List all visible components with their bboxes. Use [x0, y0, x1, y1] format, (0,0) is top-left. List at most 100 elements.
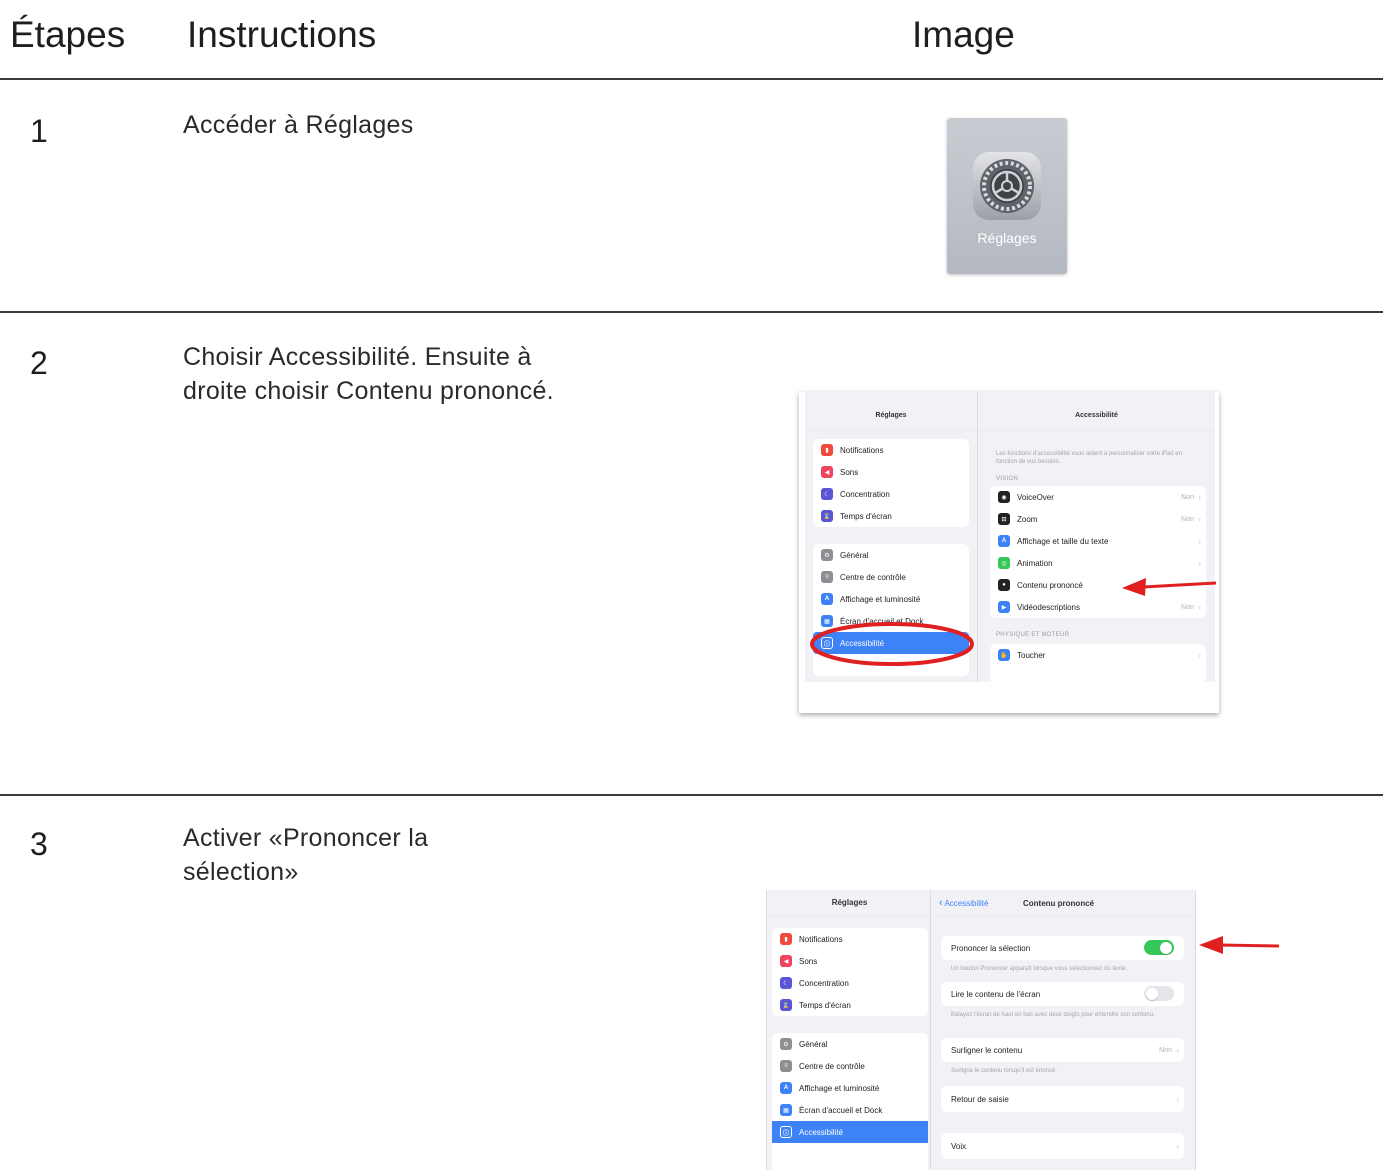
sidebar-item-label: Écran d'accueil et Dock: [799, 1105, 883, 1115]
chevron-right-icon: ›: [1176, 1045, 1179, 1055]
spoken-content-screenshot: Réglages ▮ Notifications ◀ Sons ☾ Concentra…: [766, 890, 1196, 1170]
divider: [0, 794, 1383, 796]
row-label: Lire le contenu de l'écran: [951, 989, 1041, 999]
divider: [0, 78, 1383, 80]
back-button[interactable]: ‹ Accessibilité: [939, 897, 988, 909]
row-label: Affichage et taille du texte: [1017, 536, 1109, 546]
row-value: Non: [1181, 515, 1194, 523]
sidebar-item-label: Centre de contrôle: [840, 572, 906, 582]
step-number: 2: [30, 345, 48, 381]
chevron-right-icon: ›: [1198, 558, 1201, 568]
sidebar-item-screen-time[interactable]: ⌛ Temps d'écran: [813, 505, 969, 527]
chevron-right-icon: ›: [1198, 650, 1201, 660]
voices-group: Voix ›: [941, 1133, 1184, 1159]
switches-icon: ≡: [780, 1060, 792, 1072]
app-label: Réglages: [977, 230, 1037, 246]
settings-group: ⚙ Général ≡ Centre de contrôle A Affichage …: [772, 1033, 928, 1170]
sidebar-item-label: Concentration: [840, 489, 890, 499]
row-label: Zoom: [1017, 514, 1038, 524]
speaker-icon: ◀: [780, 955, 792, 967]
pane-title: Réglages: [831, 898, 868, 907]
step-instruction: Accéder à Réglages: [183, 111, 414, 139]
row-display-text-size[interactable]: A Affichage et taille du texte ›: [990, 530, 1206, 552]
sidebar-item-label: Notifications: [799, 934, 843, 944]
row-typing-feedback[interactable]: Retour de saisie ›: [941, 1088, 1184, 1110]
row-zoom[interactable]: ⊡ Zoom Non ›: [990, 508, 1206, 530]
accessibility-screenshot: Réglages ▮ Notifications ◀ Sons ☾ Concentra…: [799, 392, 1219, 713]
step-number: 3: [30, 826, 48, 862]
red-arrow-annotation: [1199, 936, 1280, 954]
sidebar-item-general[interactable]: ⚙ Général: [813, 544, 969, 566]
sidebar-item-label: Affichage et luminosité: [840, 594, 921, 604]
row-label: Vidéodescriptions: [1017, 602, 1081, 612]
chevron-right-icon: ›: [1198, 536, 1201, 546]
bell-icon: ▮: [821, 444, 833, 456]
speak-screen-toggle[interactable]: [1144, 986, 1174, 1001]
row-value: Non: [1181, 493, 1194, 501]
speak-selection-toggle[interactable]: [1144, 940, 1174, 955]
zoom-icon: ⊡: [998, 513, 1010, 525]
gear-icon: ⚙: [780, 1038, 792, 1050]
row-label: Prononcer la sélection: [951, 943, 1031, 953]
sidebar-item-control-center[interactable]: ≡ Centre de contrôle: [772, 1055, 928, 1077]
moon-icon: ☾: [780, 977, 792, 989]
sidebar-item-sounds[interactable]: ◀ Sons: [813, 461, 969, 483]
sidebar-item-screen-time[interactable]: ⌛ Temps d'écran: [772, 994, 928, 1016]
highlight-group: Surligner le contenu Non ›: [941, 1038, 1184, 1062]
row-label: Contenu prononcé: [1017, 580, 1083, 590]
row-animation[interactable]: ◎ Animation ›: [990, 552, 1206, 574]
chevron-right-icon: ›: [1198, 514, 1201, 524]
chevron-right-icon: ›: [1176, 1094, 1179, 1104]
gear-icon: [973, 152, 1041, 220]
intro-text: Les fonctions d'accessibilité vous aiden…: [996, 451, 1182, 465]
switches-icon: ≡: [821, 571, 833, 583]
section-label: PHYSIQUE ET MOTEUR: [996, 632, 1070, 638]
row-highlight-content[interactable]: Surligner le contenu Non ›: [941, 1039, 1184, 1061]
hourglass-icon: ⌛: [780, 999, 792, 1011]
animation-icon: ◎: [998, 557, 1010, 569]
sidebar-item-label: Concentration: [799, 978, 849, 988]
video-description-icon: ▶: [998, 601, 1010, 613]
row-value: Non: [1159, 1046, 1172, 1054]
sidebar-item-label: Temps d'écran: [840, 511, 892, 521]
back-label: Accessibilité: [944, 899, 989, 908]
step-number: 1: [30, 113, 48, 149]
sidebar-item-label: Général: [799, 1039, 828, 1049]
header-steps: Étapes: [10, 14, 126, 55]
vision-group: ◉ VoiceOver Non › ⊡ Zoom Non › A Affichage et t…: [990, 486, 1206, 618]
sidebar-item-home-screen[interactable]: ▦ Écran d'accueil et Dock: [772, 1099, 928, 1121]
divider: [0, 311, 1383, 313]
row-voiceover[interactable]: ◉ VoiceOver Non ›: [990, 486, 1206, 508]
row-audio-descriptions[interactable]: ▶ Vidéodescriptions Non ›: [990, 596, 1206, 618]
sidebar-item-label: Temps d'écran: [799, 1000, 851, 1010]
sidebar-item-label: Accessibilité: [799, 1127, 844, 1137]
sidebar-item-notifications[interactable]: ▮ Notifications: [772, 928, 928, 950]
sidebar-item-notifications[interactable]: ▮ Notifications: [813, 439, 969, 461]
sidebar-item-focus[interactable]: ☾ Concentration: [772, 972, 928, 994]
sidebar-item-label: Affichage et luminosité: [799, 1083, 880, 1093]
pane-title: Accessibilité: [1075, 412, 1118, 419]
chevron-left-icon: ‹: [939, 897, 943, 909]
sidebar-item-general[interactable]: ⚙ Général: [772, 1033, 928, 1055]
gear-icon: ⚙: [821, 549, 833, 561]
sidebar-item-accessibility[interactable]: ⓘ Accessibilité: [772, 1121, 928, 1143]
sidebar-item-focus[interactable]: ☾ Concentration: [813, 483, 969, 505]
accessibility-icon: ⓘ: [780, 1126, 792, 1138]
row-voices[interactable]: Voix ›: [941, 1135, 1184, 1157]
chevron-right-icon: ›: [1198, 492, 1201, 502]
setting-note: Un bouton Prononcer apparaît lorsque vou…: [951, 966, 1128, 972]
row-label: Animation: [1017, 558, 1053, 568]
sidebar-item-sounds[interactable]: ◀ Sons: [772, 950, 928, 972]
bell-icon: ▮: [780, 933, 792, 945]
sidebar-item-display[interactable]: A Affichage et luminosité: [772, 1077, 928, 1099]
typing-feedback-group: Retour de saisie ›: [941, 1086, 1184, 1112]
text-size-icon: A: [821, 593, 833, 605]
hand-icon: ✋: [998, 649, 1010, 661]
text-size-icon: A: [780, 1082, 792, 1094]
setting-note: Balayez l'écran de haut en bas avec deux…: [951, 1012, 1155, 1018]
pane-title: Réglages: [875, 412, 907, 419]
row-touch[interactable]: ✋ Toucher ›: [990, 644, 1206, 666]
sidebar-item-display[interactable]: A Affichage et luminosité: [813, 588, 969, 610]
chevron-right-icon: ›: [1198, 602, 1201, 612]
sidebar-item-control-center[interactable]: ≡ Centre de contrôle: [813, 566, 969, 588]
